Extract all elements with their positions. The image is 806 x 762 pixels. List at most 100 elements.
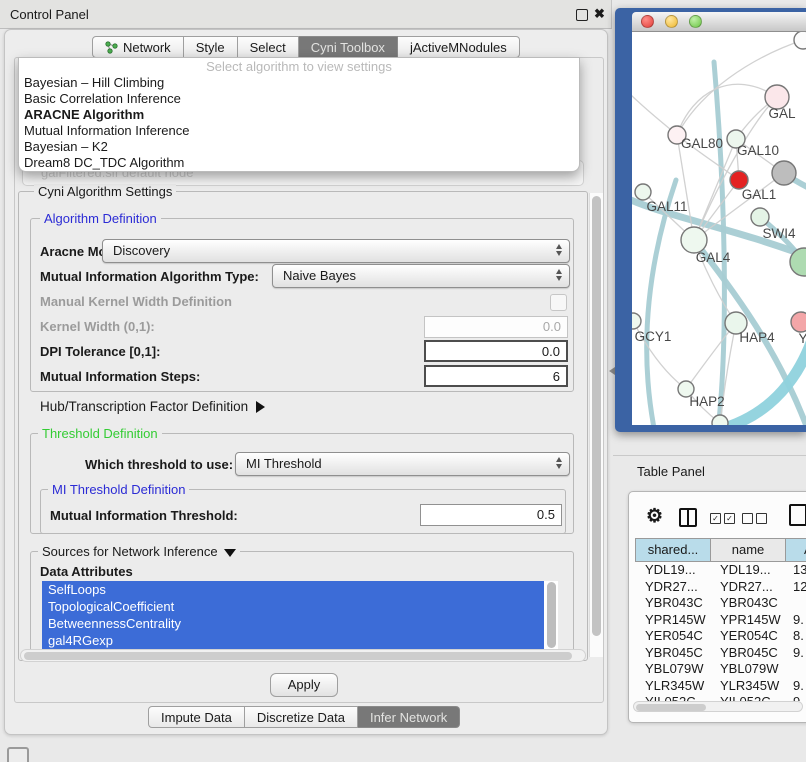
manual-kernel-width-checkbox[interactable] — [550, 294, 567, 311]
table-row[interactable]: YIL052CYIL052C9. — [635, 694, 806, 701]
mi-steps-field[interactable]: 6 — [424, 365, 568, 387]
stepper-icon — [556, 244, 562, 256]
network-node-label: GAL1 — [742, 187, 777, 202]
cyni-bottom-tabs: Impute Data Discretize Data Infer Networ… — [148, 706, 460, 728]
algorithm-option[interactable]: Bayesian – Hill Climbing — [19, 75, 579, 91]
tab-discretize-data[interactable]: Discretize Data — [245, 706, 358, 728]
apply-button[interactable]: Apply — [270, 673, 338, 697]
network-node-label: Y — [798, 331, 806, 346]
table-hscrollbar[interactable] — [633, 701, 803, 712]
export-table-icon[interactable] — [789, 504, 806, 526]
table-row[interactable]: YDL19...YDL19...13 — [635, 562, 806, 579]
tab-impute-data[interactable]: Impute Data — [148, 706, 245, 728]
settings-hscrollbar[interactable] — [20, 649, 586, 662]
table-row[interactable]: YER054CYER054C8. — [635, 628, 806, 645]
table-cell: YDL19... — [710, 562, 785, 579]
column-header[interactable]: A — [785, 538, 806, 562]
table-cell: YBR043C — [710, 595, 785, 612]
tab-style[interactable]: Style — [184, 36, 238, 58]
network-node-label: GAL10 — [737, 143, 779, 158]
tab-network-label: Network — [123, 40, 171, 55]
hub-definition-expander[interactable]: Hub/Transcription Factor Definition — [40, 399, 265, 414]
threshold-definition-title: Threshold Definition — [38, 426, 162, 441]
network-view-window: GALGAL80GAL10GAL1GAL11SWI4GAL4GCY1HAP4YH… — [615, 8, 806, 432]
table-row[interactable]: YPR145WYPR145W9. — [635, 612, 806, 629]
network-node-label: GAL80 — [681, 136, 723, 151]
table-cell: YPR145W — [710, 612, 785, 629]
network-node[interactable] — [751, 208, 769, 226]
network-icon — [105, 41, 118, 54]
sources-title[interactable]: Sources for Network Inference — [38, 544, 240, 559]
data-attribute-item[interactable]: gal4RGexp — [42, 632, 544, 649]
table-cell: YBR045C — [635, 645, 710, 662]
table-row[interactable]: YBR045CYBR045C9. — [635, 645, 806, 662]
column-view-icon[interactable] — [679, 508, 697, 527]
network-node[interactable] — [791, 312, 806, 332]
network-window-titlebar[interactable] — [632, 12, 806, 32]
kernel-width-label: Kernel Width (0,1): — [40, 319, 155, 334]
select-all-columns-icon[interactable]: ✓✓ — [710, 513, 735, 524]
minimized-panel-icon[interactable] — [7, 747, 29, 762]
settings-vscrollbar[interactable] — [589, 193, 603, 657]
which-threshold-combo[interactable]: MI Threshold — [235, 452, 570, 476]
network-node-label: GAL — [768, 106, 796, 121]
table-cell: 9. — [785, 612, 806, 629]
algorithm-option[interactable]: Basic Correlation Inference — [19, 91, 579, 107]
column-header[interactable]: name — [710, 538, 785, 562]
panel-separator — [613, 455, 806, 456]
table-row[interactable]: YLR345WYLR345W9. — [635, 678, 806, 695]
table-cell: YDL19... — [635, 562, 710, 579]
close-window-icon[interactable] — [641, 15, 654, 28]
network-canvas[interactable]: GALGAL80GAL10GAL1GAL11SWI4GAL4GCY1HAP4YH… — [632, 32, 806, 425]
tab-cyni-toolbox[interactable]: Cyni Toolbox — [299, 36, 398, 58]
mi-algorithm-type-combo[interactable]: Naive Bayes — [272, 264, 570, 288]
data-attribute-item[interactable]: BetweennessCentrality — [42, 615, 544, 632]
attributes-scrollbar[interactable] — [547, 582, 556, 648]
tab-jactivemnodules[interactable]: jActiveMNodules — [398, 36, 520, 58]
algorithm-option[interactable]: ARACNE Algorithm — [19, 107, 579, 123]
table-row[interactable]: YDR27...YDR27...12 — [635, 579, 806, 596]
network-node[interactable] — [794, 32, 806, 49]
network-node[interactable] — [632, 313, 641, 329]
tab-select[interactable]: Select — [238, 36, 299, 58]
tab-infer-network[interactable]: Infer Network — [358, 706, 460, 728]
table-settings-gear-icon[interactable]: ⚙ — [646, 505, 663, 528]
close-panel-icon[interactable]: ✖ — [594, 6, 605, 22]
network-edge — [686, 323, 736, 389]
dpi-tolerance-field[interactable]: 0.0 — [424, 340, 568, 362]
app-root: Control Panel ✖ Network Style Select Cyn… — [0, 0, 806, 762]
network-node[interactable] — [635, 184, 651, 200]
data-attributes-list: SelfLoopsTopologicalCoefficientBetweenne… — [42, 581, 558, 650]
table-row[interactable]: YBR043CYBR043C — [635, 595, 806, 612]
collapsed-arrow-icon — [256, 401, 265, 413]
network-node[interactable] — [712, 415, 728, 425]
network-edge — [698, 340, 806, 425]
network-node-label: HAP4 — [739, 330, 775, 345]
minimize-window-icon[interactable] — [665, 15, 678, 28]
aracne-mode-combo[interactable]: Discovery — [102, 239, 570, 263]
data-attribute-item[interactable]: TopologicalCoefficient — [42, 598, 544, 615]
data-attribute-item[interactable]: SelfLoops — [42, 581, 544, 598]
table-row[interactable]: YBL079WYBL079W — [635, 661, 806, 678]
network-node-label: GCY1 — [635, 329, 672, 344]
mi-threshold-definition-title: MI Threshold Definition — [48, 482, 189, 497]
kernel-width-field[interactable]: 0.0 — [424, 316, 568, 338]
float-panel-icon[interactable] — [576, 9, 588, 21]
algorithm-option[interactable]: Bayesian – K2 — [19, 139, 579, 155]
network-node-label: GAL4 — [696, 250, 731, 265]
algorithm-option[interactable]: Mutual Information Inference — [19, 123, 579, 139]
tab-network[interactable]: Network — [92, 36, 184, 58]
table-cell: 8. — [785, 628, 806, 645]
algorithm-option[interactable]: Dream8 DC_TDC Algorithm — [19, 155, 579, 171]
mi-threshold-label: Mutual Information Threshold: — [50, 508, 238, 523]
table-cell: YDR27... — [710, 579, 785, 596]
which-threshold-label: Which threshold to use: — [85, 457, 233, 472]
network-node-label: GAL11 — [646, 199, 687, 214]
expanded-arrow-icon — [224, 549, 236, 557]
deselect-all-columns-icon[interactable] — [742, 513, 767, 524]
table-cell: YIL052C — [710, 694, 785, 701]
column-header[interactable]: shared... — [635, 538, 710, 562]
mi-threshold-field[interactable]: 0.5 — [420, 504, 562, 526]
zoom-window-icon[interactable] — [689, 15, 702, 28]
network-node[interactable] — [772, 161, 796, 185]
